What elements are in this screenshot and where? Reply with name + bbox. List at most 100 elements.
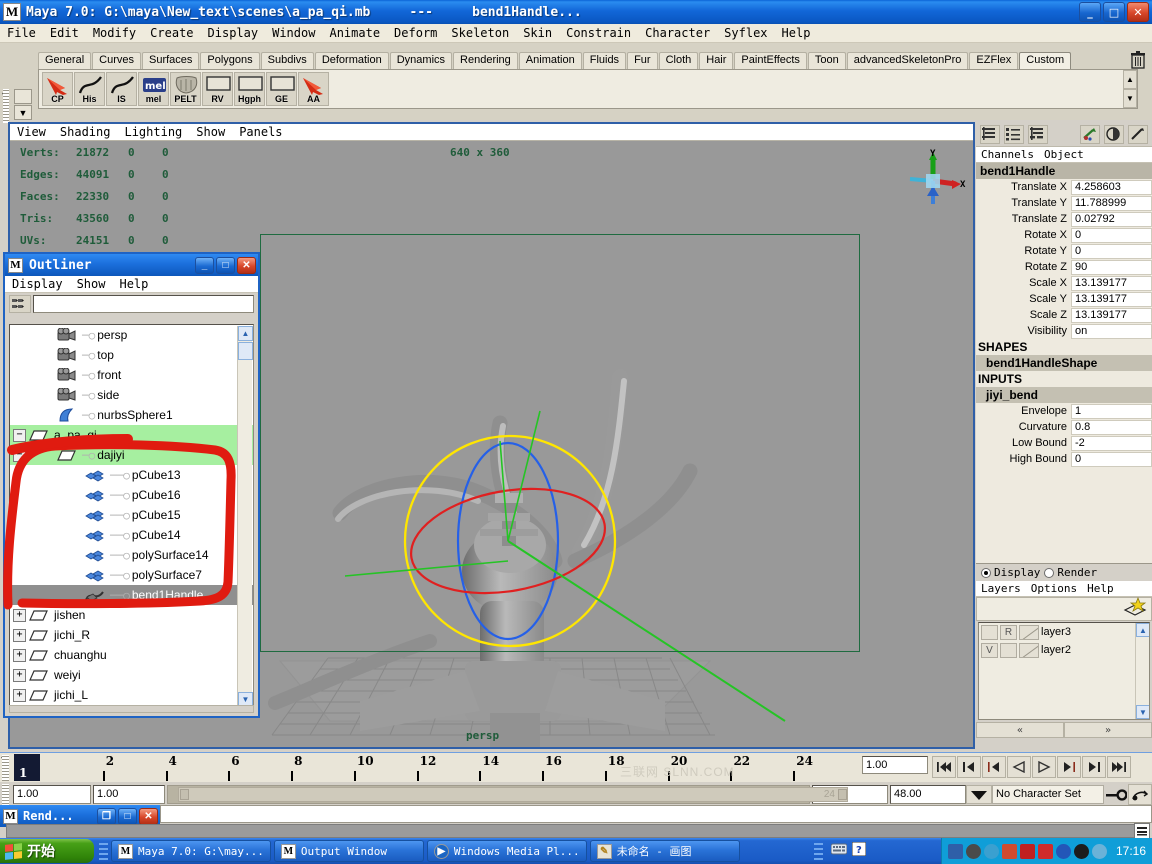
outliner-item-jishen[interactable]: + jishen (10, 605, 253, 625)
current-time-field[interactable]: 1.00 (862, 756, 928, 774)
viewport-menu-show[interactable]: Show (189, 125, 232, 139)
layer-scrollbar[interactable]: ▲ ▼ (1135, 623, 1149, 719)
render-close-button[interactable]: ✕ (139, 807, 158, 825)
taskbar-item-1[interactable]: M Output Window (273, 840, 424, 862)
expand-icon[interactable]: + (13, 608, 26, 622)
outliner-item-jichi_l[interactable]: + jichi_L (10, 685, 253, 705)
taskbar-item-0[interactable]: M Maya 7.0: G:\may... (111, 840, 271, 862)
outliner-item-persp[interactable]: ─○ persp (10, 325, 253, 345)
outliner-item-front[interactable]: ─○ front (10, 365, 253, 385)
layer-color-swatch[interactable] (1019, 642, 1039, 658)
sound-icon[interactable] (1091, 843, 1107, 859)
layer-mode-toggle[interactable] (1000, 642, 1017, 658)
timeline-drag-handle[interactable] (2, 755, 9, 781)
range-slider-thumb[interactable]: 24 (178, 787, 848, 802)
channel-attribute-value[interactable]: 0 (1071, 227, 1152, 243)
layer-scroll-down-button[interactable]: ▼ (1136, 705, 1149, 719)
render-radio-button[interactable] (1044, 567, 1055, 578)
minimize-button[interactable]: _ (1079, 2, 1101, 22)
outliner-close-button[interactable]: ✕ (237, 256, 256, 274)
channel-attribute-value[interactable]: 0.8 (1071, 419, 1152, 435)
expand-icon[interactable]: + (13, 668, 26, 682)
layer-row[interactable]: Rlayer3 (979, 623, 1149, 641)
shelf-button-mel[interactable]: mel mel (138, 72, 169, 106)
maximize-button[interactable]: □ (1103, 2, 1125, 22)
go-to-start-icon[interactable] (932, 756, 956, 778)
shelf-button-hgph[interactable]: Hgph (234, 72, 265, 106)
layer-menu-layers[interactable]: Layers (976, 582, 1026, 595)
range-slider[interactable]: 24 (167, 785, 848, 804)
menu-item-help[interactable]: Help (775, 25, 818, 41)
menu-item-skin[interactable]: Skin (516, 25, 559, 41)
outliner-item-pcube14[interactable]: ──○ pCube14 (10, 525, 253, 545)
taskbar-item-2[interactable]: ▶ Windows Media Pl... (426, 840, 587, 862)
channel-attribute-value[interactable]: 90 (1071, 259, 1152, 275)
shelf-button-his[interactable]: His (74, 72, 105, 106)
outliner-filter-icon[interactable] (9, 295, 31, 313)
shelf-tab-dynamics[interactable]: Dynamics (389, 52, 453, 69)
menu-item-window[interactable]: Window (265, 25, 322, 41)
collapse-icon[interactable]: − (13, 448, 26, 462)
shelf-button-pelt[interactable]: PELT (170, 72, 201, 106)
shelf-button-aa[interactable]: AA (298, 72, 329, 106)
shelf-tab-advancedskeletonpro[interactable]: advancedSkeletonPro (846, 52, 969, 69)
eyedropper-icon[interactable] (1128, 124, 1148, 144)
key-icon[interactable] (1104, 784, 1128, 805)
channelbox-menu-channels[interactable]: Channels (976, 148, 1039, 161)
shelf-tab-general[interactable]: General (38, 52, 92, 69)
layer-scroll-up-button[interactable]: ▲ (1136, 623, 1149, 637)
shelf-tab-deformation[interactable]: Deformation (314, 52, 389, 69)
shelf-tab-fur[interactable]: Fur (627, 52, 658, 69)
animation-preferences-icon[interactable] (1128, 784, 1152, 805)
step-forward-frame-icon[interactable] (1057, 756, 1081, 778)
viewport-menu-panels[interactable]: Panels (232, 125, 289, 139)
outliner-tree[interactable]: ─○ persp ─○ top ─○ front ─○ side ─○ nurbsSphere1−… (9, 324, 254, 709)
outliner-maximize-button[interactable]: □ (216, 256, 235, 274)
outliner-item-dajiyi[interactable]: − ─○ dajiyi (10, 445, 253, 465)
shelf-button-is[interactable]: IS (106, 72, 137, 106)
menu-item-constrain[interactable]: Constrain (559, 25, 638, 41)
antivirus-icon[interactable] (1001, 843, 1017, 859)
outliner-item-weiyi[interactable]: + weiyi (10, 665, 253, 685)
shelf-button-rv[interactable]: RV (202, 72, 233, 106)
globe-icon[interactable] (983, 843, 999, 859)
range-max-field[interactable]: 48.00 (890, 785, 966, 804)
close-button[interactable]: ✕ (1127, 2, 1149, 22)
channel-attribute-value[interactable]: on (1071, 323, 1152, 339)
channel-box-icon[interactable] (980, 124, 1000, 144)
timeline-current-frame-marker[interactable]: 1 (14, 754, 40, 781)
shelf-tab-subdivs[interactable]: Subdivs (260, 52, 314, 69)
outliner-menu-help[interactable]: Help (112, 277, 155, 291)
channel-attribute-value[interactable]: 13.139177 (1071, 291, 1152, 307)
render-maximize-button[interactable]: □ (118, 807, 137, 825)
outliner-item-pcube16[interactable]: ──○ pCube16 (10, 485, 253, 505)
menu-item-file[interactable]: File (0, 25, 43, 41)
render-restore-button[interactable]: ❐ (97, 807, 116, 825)
attribute-editor-icon[interactable] (1004, 124, 1024, 144)
outliner-minimize-button[interactable]: _ (195, 256, 214, 274)
expand-icon[interactable]: + (13, 628, 26, 642)
channelbox-menu-object[interactable]: Object (1039, 148, 1089, 161)
acrobat-icon[interactable] (1073, 843, 1089, 859)
paint-icon[interactable] (1080, 124, 1100, 144)
shelf-tab-custom[interactable]: Custom (1019, 52, 1072, 70)
menu-item-syflex[interactable]: Syflex (717, 25, 774, 41)
status-panel-icon[interactable] (1134, 823, 1150, 839)
channel-attribute-value[interactable]: 13.139177 (1071, 275, 1152, 291)
tool-settings-icon[interactable] (1028, 124, 1048, 144)
range-right-handle[interactable] (838, 789, 847, 800)
outliner-item-chuanghu[interactable]: + chuanghu (10, 645, 253, 665)
menu-item-animate[interactable]: Animate (322, 25, 387, 41)
expand-icon[interactable]: + (13, 648, 26, 662)
expand-icon[interactable]: + (13, 688, 26, 702)
chevron-down-icon[interactable] (966, 785, 992, 804)
nav-next-button[interactable]: » (1064, 722, 1152, 738)
menu-item-display[interactable]: Display (201, 25, 266, 41)
outliner-menu-display[interactable]: Display (5, 277, 70, 291)
channel-attribute-value[interactable]: 13.139177 (1071, 307, 1152, 323)
nav-prev-button[interactable]: « (976, 722, 1064, 738)
outliner-item-pcube15[interactable]: ──○ pCube15 (10, 505, 253, 525)
command-line-input[interactable] (160, 805, 1152, 823)
volume-icon[interactable] (965, 843, 981, 859)
time-slider[interactable]: ▾ 1 24681012141618202224 三联网 SLNN.COM 1.… (0, 752, 1152, 782)
